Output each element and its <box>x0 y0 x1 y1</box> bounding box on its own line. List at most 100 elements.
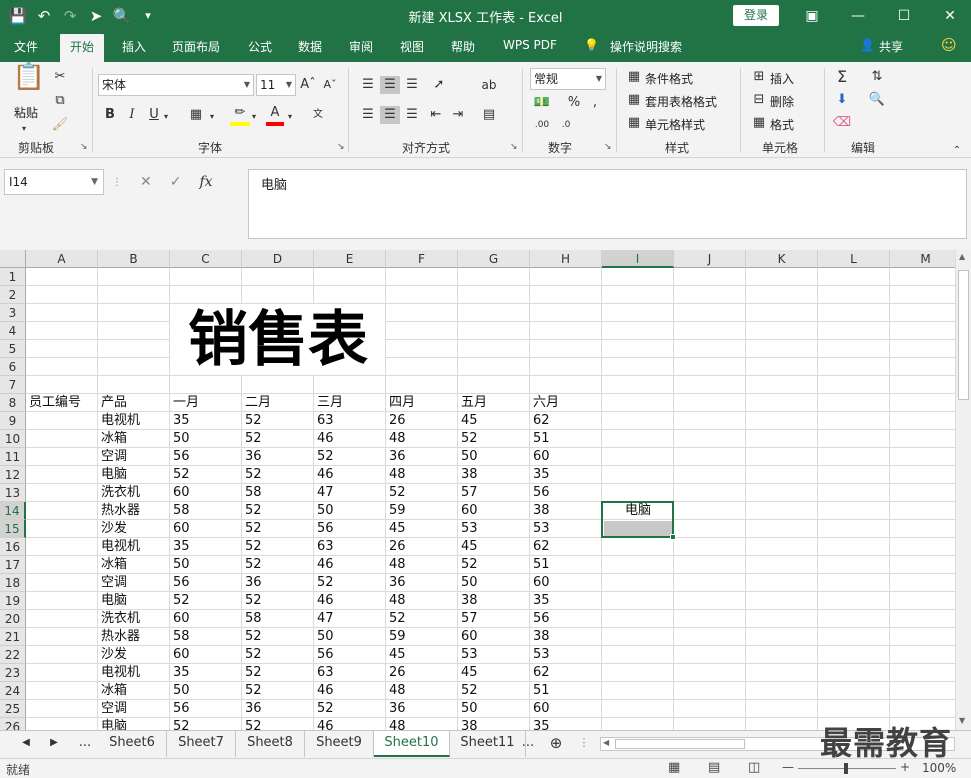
data-cell[interactable]: 36 <box>242 448 314 466</box>
header-cell[interactable]: 四月 <box>386 394 458 412</box>
tab-page-layout[interactable]: 页面布局 <box>172 38 220 55</box>
sheet-more-right[interactable]: ... <box>518 731 538 757</box>
data-cell[interactable]: 62 <box>530 664 602 682</box>
tab-wps-pdf[interactable]: WPS PDF <box>503 38 557 52</box>
alignment-launcher-icon[interactable]: ↘ <box>510 142 518 152</box>
row-header-2[interactable]: 2 <box>0 286 26 304</box>
data-cell[interactable]: 62 <box>530 538 602 556</box>
scroll-up-icon[interactable]: ▲ <box>959 252 965 261</box>
data-cell[interactable]: 52 <box>242 502 314 520</box>
data-cell[interactable]: 47 <box>314 610 386 628</box>
data-cell[interactable]: 60 <box>530 574 602 592</box>
data-cell[interactable]: 52 <box>242 520 314 538</box>
increase-decimal-icon[interactable]: .00 <box>532 116 552 134</box>
data-cell[interactable]: 58 <box>242 610 314 628</box>
data-cell[interactable]: 52 <box>458 430 530 448</box>
row-header-23[interactable]: 23 <box>0 664 26 682</box>
data-cell[interactable]: 60 <box>170 484 242 502</box>
data-cell[interactable]: 电视机 <box>98 412 170 430</box>
data-cell[interactable]: 52 <box>314 700 386 718</box>
data-cell[interactable]: 38 <box>458 592 530 610</box>
delete-cells-button[interactable]: 删除 <box>770 93 794 110</box>
vertical-scrollbar[interactable]: ▲ ▼ <box>955 250 971 730</box>
font-color-icon[interactable]: A <box>266 104 284 126</box>
data-cell[interactable]: 50 <box>458 574 530 592</box>
data-cell[interactable]: 52 <box>242 592 314 610</box>
data-cell[interactable]: 空调 <box>98 700 170 718</box>
column-header-g[interactable]: G <box>458 250 530 268</box>
sheet-scroll-left-icon[interactable]: ◀ <box>16 731 36 757</box>
data-cell[interactable]: 48 <box>386 556 458 574</box>
horizontal-scroll-thumb[interactable] <box>615 739 745 749</box>
column-header-i[interactable]: I <box>602 250 674 268</box>
data-cell[interactable]: 48 <box>386 430 458 448</box>
data-cell[interactable]: 38 <box>530 628 602 646</box>
header-cell[interactable]: 六月 <box>530 394 602 412</box>
data-cell[interactable]: 36 <box>242 700 314 718</box>
sheet-tab[interactable]: Sheet9 <box>305 731 374 757</box>
data-cell[interactable]: 47 <box>314 484 386 502</box>
data-cell[interactable]: 58 <box>242 484 314 502</box>
row-header-5[interactable]: 5 <box>0 340 26 358</box>
data-cell[interactable]: 46 <box>314 430 386 448</box>
row-header-19[interactable]: 19 <box>0 592 26 610</box>
conditional-format-icon[interactable]: ▦ <box>625 68 643 86</box>
data-cell[interactable]: 46 <box>314 718 386 730</box>
data-cell[interactable]: 26 <box>386 538 458 556</box>
percent-icon[interactable]: % <box>566 94 582 112</box>
data-cell[interactable]: 52 <box>170 592 242 610</box>
row-header-26[interactable]: 26 <box>0 718 26 730</box>
data-cell[interactable]: 60 <box>170 520 242 538</box>
close-icon[interactable]: ✕ <box>935 5 965 27</box>
align-middle-icon[interactable]: ☰ <box>380 76 400 94</box>
font-name-select[interactable]: 宋体 ▼ <box>98 74 254 96</box>
login-button[interactable]: 登录 <box>733 5 779 26</box>
data-cell[interactable]: 46 <box>314 556 386 574</box>
align-left-icon[interactable]: ☰ <box>358 106 378 124</box>
data-cell[interactable]: 35 <box>530 718 602 730</box>
data-cell[interactable]: 52 <box>386 484 458 502</box>
data-cell[interactable]: 58 <box>170 502 242 520</box>
number-format-select[interactable]: 常规 ▼ <box>530 68 606 90</box>
tab-help[interactable]: 帮助 <box>451 38 475 55</box>
insert-function-icon[interactable]: fx <box>199 174 212 190</box>
align-right-icon[interactable]: ☰ <box>402 106 422 124</box>
fill-color-dropdown-icon[interactable]: ▾ <box>252 108 256 126</box>
data-cell[interactable]: 56 <box>170 574 242 592</box>
header-cell[interactable]: 一月 <box>170 394 242 412</box>
column-header-h[interactable]: H <box>530 250 602 268</box>
data-cell[interactable]: 45 <box>458 538 530 556</box>
data-cell[interactable]: 63 <box>314 664 386 682</box>
data-cell[interactable]: 50 <box>170 556 242 574</box>
data-cell[interactable]: 46 <box>314 682 386 700</box>
row-header-20[interactable]: 20 <box>0 610 26 628</box>
column-header-k[interactable]: K <box>746 250 818 268</box>
paste-icon[interactable]: 📋 <box>12 64 46 100</box>
sheet-tab[interactable]: Sheet8 <box>236 731 305 757</box>
paste-button[interactable]: 粘贴 <box>14 104 38 121</box>
data-cell[interactable]: 52 <box>242 538 314 556</box>
tab-file[interactable]: 文件 <box>14 38 38 55</box>
number-launcher-icon[interactable]: ↘ <box>604 142 612 152</box>
borders-dropdown-icon[interactable]: ▾ <box>210 108 214 126</box>
data-cell[interactable]: 52 <box>242 466 314 484</box>
spreadsheet-grid[interactable]: A B C D E F G H I J K L M 1 2 3 4 5 6 7 8 9 10 11 12 13 14 15 16 17 18… <box>0 250 955 730</box>
data-cell[interactable]: 36 <box>386 574 458 592</box>
row-header-3[interactable]: 3 <box>0 304 26 322</box>
data-cell[interactable]: 62 <box>530 412 602 430</box>
zoom-out-icon[interactable]: — <box>782 760 794 774</box>
data-cell[interactable]: 53 <box>458 520 530 538</box>
header-cell[interactable]: 三月 <box>314 394 386 412</box>
bold-button[interactable]: B <box>102 106 118 124</box>
maximize-icon[interactable]: ☐ <box>889 5 919 27</box>
page-layout-view-icon[interactable]: ▤ <box>708 760 720 775</box>
data-cell[interactable]: 38 <box>458 718 530 730</box>
sheet-scroll-right-icon[interactable]: ▶ <box>44 731 64 757</box>
data-cell[interactable]: 50 <box>314 628 386 646</box>
data-cell[interactable]: 48 <box>386 718 458 730</box>
tell-me-search[interactable]: 操作说明搜索 <box>610 38 682 55</box>
cancel-icon[interactable]: ✕ <box>140 174 152 190</box>
header-cell[interactable]: 产品 <box>98 394 170 412</box>
data-cell[interactable]: 48 <box>386 682 458 700</box>
tab-split-icon[interactable]: ⋮ <box>578 731 590 757</box>
